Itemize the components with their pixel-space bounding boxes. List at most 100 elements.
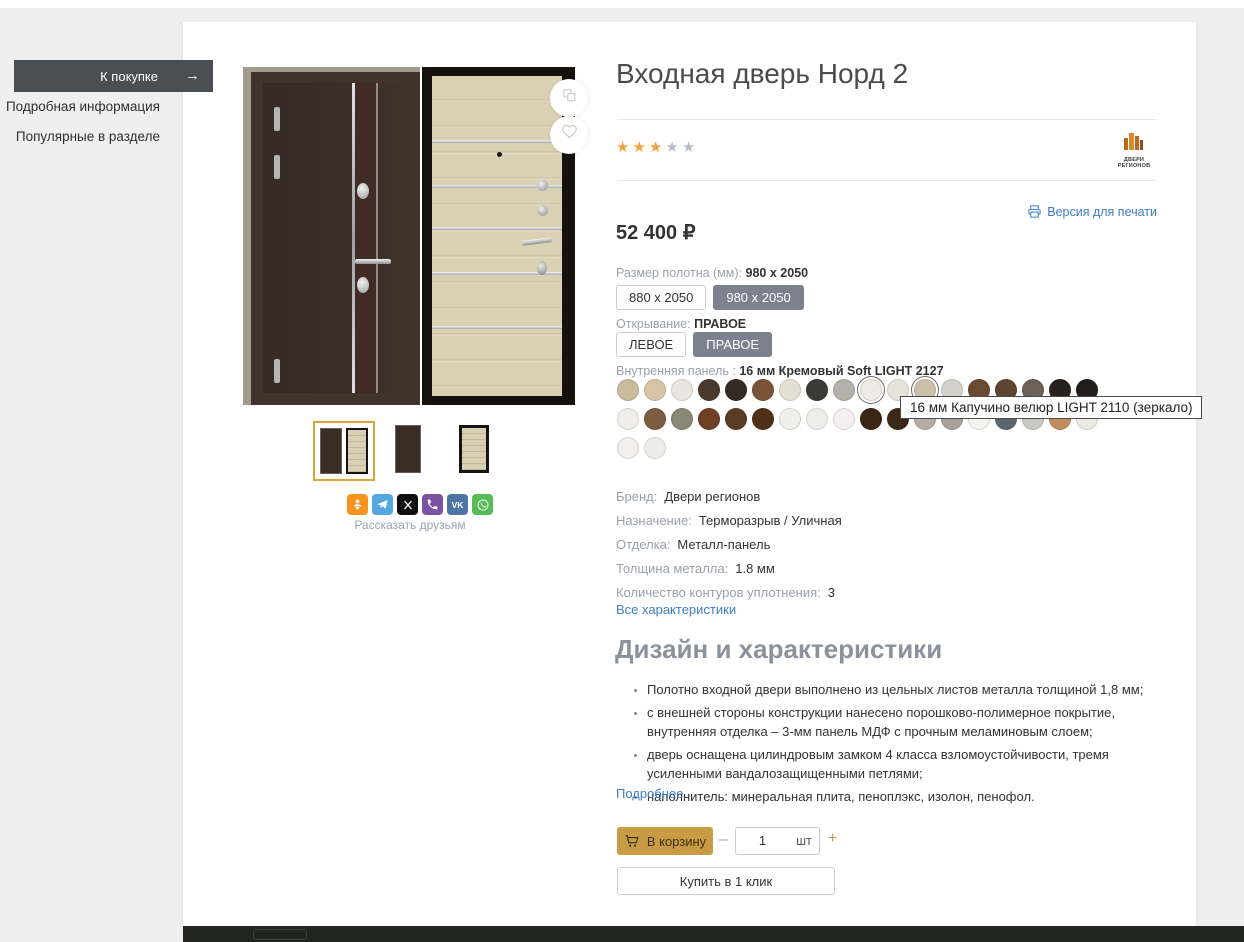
arrow-right-icon: → bbox=[185, 67, 200, 84]
attribute-value: Металл-панель bbox=[677, 537, 770, 552]
opening-option-right[interactable]: ПРАВОЕ bbox=[693, 332, 772, 357]
attribute-row: Толщина металла: 1.8 мм bbox=[616, 561, 842, 576]
thumbnail-both-doors[interactable] bbox=[313, 421, 375, 481]
swatch-tooltip: 16 мм Капучино велюр LIGHT 2110 (зеркало… bbox=[900, 396, 1202, 419]
thumbnail-dark-door[interactable] bbox=[383, 424, 433, 474]
feature-list: Полотно входной двери выполнено из цельн… bbox=[633, 680, 1171, 810]
thumb-light-door bbox=[346, 428, 368, 474]
attribute-label: Толщина металла: bbox=[616, 561, 728, 576]
panel-swatch[interactable] bbox=[779, 379, 801, 401]
sidebar-item-popular[interactable]: Популярные в разделе bbox=[0, 129, 160, 144]
attribute-label: Назначение: bbox=[616, 513, 692, 528]
star-icon[interactable]: ★ bbox=[665, 139, 681, 156]
share-buttons: VK bbox=[347, 494, 493, 515]
attribute-row: Бренд: Двери регионов bbox=[616, 489, 842, 504]
viber-icon[interactable] bbox=[422, 494, 443, 515]
footer-chip bbox=[253, 929, 307, 940]
sidebar-item-details[interactable]: Подробная информация bbox=[0, 99, 160, 114]
panel-swatch[interactable] bbox=[779, 408, 801, 430]
attribute-value: 3 bbox=[828, 585, 835, 600]
panel-swatch[interactable] bbox=[617, 437, 639, 459]
attribute-label: Бренд: bbox=[616, 489, 657, 504]
panel-swatch[interactable] bbox=[617, 408, 639, 430]
vk-icon[interactable]: VK bbox=[447, 494, 468, 515]
more-link[interactable]: Подробнее bbox=[616, 786, 683, 801]
page-title: Входная дверь Норд 2 bbox=[616, 58, 908, 90]
panel-swatch[interactable] bbox=[725, 379, 747, 401]
favorite-button[interactable] bbox=[550, 116, 588, 154]
star-icon[interactable]: ★ bbox=[632, 139, 648, 156]
rating-stars[interactable]: ★★★★★ bbox=[616, 138, 698, 156]
panel-swatch[interactable] bbox=[806, 379, 828, 401]
opening-option-left[interactable]: ЛЕВОЕ bbox=[616, 332, 686, 357]
attribute-value-link[interactable]: Двери регионов bbox=[664, 489, 760, 504]
attribute-row: Назначение: Терморазрыв / Уличная bbox=[616, 513, 842, 528]
attribute-row: Отделка: Металл-панель bbox=[616, 537, 842, 552]
panel-swatch[interactable] bbox=[698, 408, 720, 430]
thumb-light-door bbox=[459, 425, 489, 473]
panel-swatch[interactable] bbox=[644, 408, 666, 430]
attribute-value: Терморазрыв / Уличная bbox=[699, 513, 842, 528]
x-twitter-icon[interactable] bbox=[397, 494, 418, 515]
door-interior-photo bbox=[422, 67, 575, 405]
panel-swatch[interactable] bbox=[644, 437, 666, 459]
attribute-list: Бренд: Двери регионов Назначение: Терморазр… bbox=[616, 489, 842, 609]
odnoklassniki-icon[interactable] bbox=[347, 494, 368, 515]
attribute-value: 1.8 мм bbox=[735, 561, 775, 576]
thumb-dark-door bbox=[320, 428, 342, 474]
panel-swatch[interactable] bbox=[860, 408, 882, 430]
panel-swatch[interactable] bbox=[860, 379, 882, 401]
star-icon[interactable]: ★ bbox=[649, 139, 665, 156]
opening-label: Открывание: ПРАВОЕ bbox=[616, 317, 746, 331]
attribute-label: Количество контуров уплотнения: bbox=[616, 585, 821, 600]
panel-swatch[interactable] bbox=[752, 379, 774, 401]
top-strip bbox=[0, 0, 1244, 8]
attribute-row: Количество контуров уплотнения: 3 bbox=[616, 585, 842, 600]
attribute-label: Отделка: bbox=[616, 537, 670, 552]
size-options: 880 x 2050 980 x 2050 bbox=[616, 285, 804, 310]
star-icon[interactable]: ★ bbox=[616, 139, 632, 156]
panel-swatch[interactable] bbox=[698, 379, 720, 401]
section-title: Дизайн и характеристики bbox=[615, 634, 942, 665]
feature-item: наполнитель: минеральная плита, пеноплэк… bbox=[647, 787, 1171, 806]
print-version-link[interactable]: Версия для печати bbox=[1027, 204, 1157, 219]
product-main-image[interactable] bbox=[243, 67, 575, 405]
sidebar-item-to-purchase[interactable]: К покупке → bbox=[14, 60, 213, 92]
add-to-cart-button[interactable]: В корзину bbox=[617, 827, 713, 855]
quantity-value[interactable]: 1 bbox=[736, 828, 789, 854]
sidebar-item-label: К покупке bbox=[100, 69, 158, 84]
product-price: 52 400 ₽ bbox=[616, 220, 695, 245]
panel-swatch[interactable] bbox=[752, 408, 774, 430]
brand-logo-text: ДВЕРИ РЕГИОНОВ bbox=[1108, 157, 1160, 169]
panel-swatch[interactable] bbox=[833, 408, 855, 430]
panel-swatch[interactable] bbox=[671, 379, 693, 401]
quantity-unit: шт bbox=[789, 828, 819, 854]
feature-item: с внешней стороны конструкции нанесено п… bbox=[647, 703, 1171, 741]
panel-swatch[interactable] bbox=[617, 379, 639, 401]
cart-icon bbox=[624, 833, 640, 849]
buy-one-click-button[interactable]: Купить в 1 клик bbox=[617, 867, 835, 895]
panel-swatch[interactable] bbox=[671, 408, 693, 430]
star-icon[interactable]: ★ bbox=[682, 139, 698, 156]
divider bbox=[617, 180, 1157, 181]
buildings-icon bbox=[1122, 130, 1146, 152]
thumbnail-light-door[interactable] bbox=[452, 424, 496, 474]
whatsapp-icon[interactable] bbox=[472, 494, 493, 515]
opening-options: ЛЕВОЕ ПРАВОЕ bbox=[616, 332, 772, 357]
brand-logo[interactable]: ДВЕРИ РЕГИОНОВ bbox=[1108, 130, 1160, 169]
panel-swatch[interactable] bbox=[806, 408, 828, 430]
compare-button[interactable] bbox=[550, 79, 588, 117]
quantity-stepper[interactable]: 1 шт bbox=[735, 827, 820, 855]
all-specs-link[interactable]: Все характеристики bbox=[616, 602, 736, 617]
telegram-icon[interactable] bbox=[372, 494, 393, 515]
panel-swatch[interactable] bbox=[644, 379, 666, 401]
divider bbox=[617, 119, 1157, 120]
quantity-minus[interactable]: – bbox=[719, 831, 728, 849]
size-option-880x2050[interactable]: 880 x 2050 bbox=[616, 285, 706, 310]
panel-swatch[interactable] bbox=[725, 408, 747, 430]
panel-swatch[interactable] bbox=[833, 379, 855, 401]
panel-swatches bbox=[617, 379, 1098, 466]
size-option-980x2050[interactable]: 980 x 2050 bbox=[713, 285, 803, 310]
quantity-plus[interactable]: + bbox=[828, 830, 837, 848]
thumb-dark-door bbox=[395, 425, 421, 473]
